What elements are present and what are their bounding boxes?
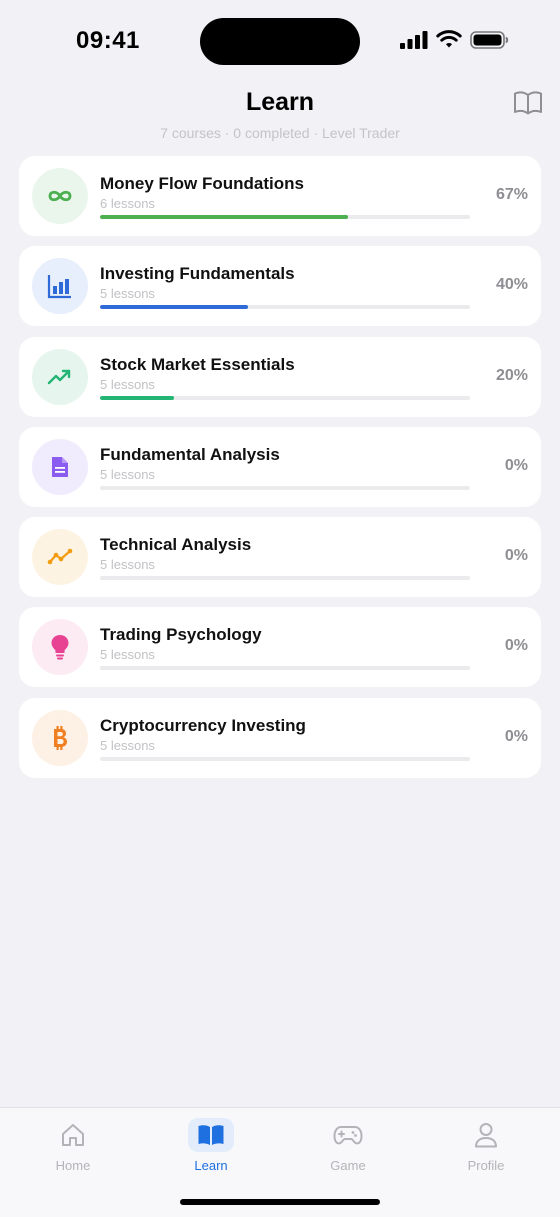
course-lesson-count: 5 lessons <box>100 647 155 663</box>
tab-label: Profile <box>467 1158 505 1173</box>
course-progress-bar <box>100 485 470 490</box>
bitcoin-icon <box>54 725 67 750</box>
page-title: Learn <box>245 88 315 116</box>
course-progress-bar <box>100 215 470 219</box>
book-icon <box>198 1125 224 1145</box>
course-title: Trading Psychology <box>100 625 262 645</box>
course-progress-bar <box>100 395 470 400</box>
course-icon-badge <box>32 258 88 315</box>
course-card-stock-market[interactable]: Stock Market Essentials 5 lessons 20% <box>19 336 541 417</box>
tab-label: Game <box>330 1158 366 1173</box>
course-title: Technical Analysis <box>100 535 252 555</box>
trending-up-icon <box>47 369 71 384</box>
course-card-fundamental-analysis[interactable]: Fundamental Analysis 5 lessons 0% <box>19 426 541 507</box>
status-icons <box>400 30 510 50</box>
course-title: Fundamental Analysis <box>100 444 280 464</box>
course-lesson-count: 6 lessons <box>100 196 155 211</box>
course-lesson-count: 5 lessons <box>100 376 155 392</box>
course-card-cryptocurrency[interactable]: Cryptocurrency Investing 5 lessons 0% <box>19 697 541 778</box>
course-icon-badge <box>32 709 88 766</box>
course-icon-badge <box>32 438 88 495</box>
course-title: Cryptocurrency Investing <box>100 715 306 735</box>
course-percent: 0% <box>504 727 528 745</box>
battery-icon <box>470 31 509 49</box>
course-lesson-count: 5 lessons <box>100 286 155 302</box>
course-percent: 0% <box>504 547 528 565</box>
course-icon-badge <box>32 619 88 676</box>
course-lesson-count: 5 lessons <box>100 466 155 482</box>
line-chart-icon <box>47 548 73 565</box>
course-title: Money Flow Foundations <box>100 174 304 193</box>
course-percent: 67% <box>495 186 528 203</box>
dynamic-island <box>200 18 360 65</box>
bar-chart-icon <box>47 275 71 299</box>
page-subtitle: 7 courses · 0 completed · Level Trader <box>160 125 400 141</box>
tab-icon-wrap <box>50 1118 96 1152</box>
home-icon <box>62 1124 84 1146</box>
person-icon <box>475 1123 497 1148</box>
page-header: Learn 7 courses · 0 completed · Level Tr… <box>0 80 560 150</box>
home-indicator[interactable] <box>180 1199 380 1205</box>
document-icon <box>52 456 68 477</box>
course-progress-fill <box>100 395 174 400</box>
status-bar: 09:41 <box>0 0 560 80</box>
status-time: 09:41 <box>76 27 140 54</box>
course-progress-bar <box>100 305 470 310</box>
course-card-investing-fundamentals[interactable]: Investing Fundamentals 5 lessons 40% <box>19 246 541 327</box>
course-list: Money Flow Foundations 6 lessons 67% Inv… <box>19 156 541 788</box>
course-progress-fill <box>100 305 248 310</box>
course-card-money-flow[interactable]: Money Flow Foundations 6 lessons 67% <box>19 156 541 236</box>
course-card-trading-psychology[interactable]: Trading Psychology 5 lessons 0% <box>19 607 541 688</box>
gamepad-icon <box>333 1126 363 1145</box>
tab-profile[interactable]: Profile <box>441 1118 531 1178</box>
tab-label: Home <box>55 1158 91 1173</box>
tab-icon-wrap <box>325 1118 371 1152</box>
tab-game[interactable]: Game <box>303 1118 393 1178</box>
course-title: Stock Market Essentials <box>100 354 295 374</box>
course-icon-badge <box>32 529 88 586</box>
course-card-technical-analysis[interactable]: Technical Analysis 5 lessons 0% <box>19 517 541 598</box>
course-percent: 0% <box>504 637 528 655</box>
course-percent: 40% <box>495 276 528 294</box>
wifi-icon <box>436 30 462 48</box>
tab-icon-wrap <box>188 1118 234 1152</box>
course-icon-badge <box>32 168 88 224</box>
tab-learn[interactable]: Learn <box>166 1118 256 1178</box>
book-open-icon <box>514 91 542 115</box>
lightbulb-icon <box>51 635 69 660</box>
course-percent: 0% <box>504 456 528 474</box>
infinity-icon <box>48 190 72 202</box>
course-lesson-count: 5 lessons <box>100 557 155 573</box>
course-title: Investing Fundamentals <box>100 264 295 284</box>
library-button[interactable] <box>512 88 544 118</box>
course-progress-bar <box>100 756 470 761</box>
tab-label: Learn <box>194 1158 228 1173</box>
course-progress-fill <box>100 215 348 219</box>
signal-icon <box>400 31 428 49</box>
tab-home[interactable]: Home <box>28 1118 118 1178</box>
course-percent: 20% <box>495 366 528 384</box>
course-icon-badge <box>32 348 88 405</box>
course-lesson-count: 5 lessons <box>100 737 155 753</box>
course-progress-bar <box>100 576 470 581</box>
course-progress-bar <box>100 666 470 671</box>
tab-icon-wrap <box>463 1118 509 1152</box>
